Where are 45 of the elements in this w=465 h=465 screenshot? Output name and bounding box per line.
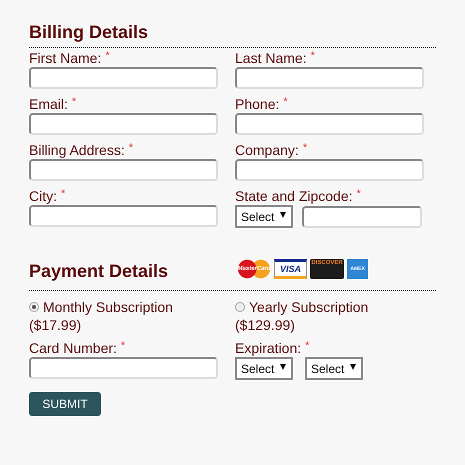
plan-label: Monthly Subscription: [43, 298, 173, 316]
input-field[interactable]: [235, 159, 424, 181]
required-mark: *: [128, 142, 133, 154]
input-field[interactable]: [235, 67, 424, 89]
input-field[interactable]: [29, 67, 218, 89]
caret-icon: [280, 212, 286, 218]
select-dropdown[interactable]: Select: [235, 357, 293, 380]
required-mark: *: [302, 142, 308, 154]
required-mark: *: [105, 50, 110, 62]
required-mark: *: [283, 96, 288, 108]
input-field[interactable]: [235, 113, 424, 135]
required-mark: *: [72, 96, 76, 108]
field-label: Expiration:: [235, 340, 302, 356]
field-label: Last Name:: [235, 50, 307, 66]
plan-price: ($17.99): [29, 316, 82, 334]
field-label: Billing Address:: [29, 142, 125, 158]
section-heading: Billing Details: [29, 22, 148, 43]
plan-price: ($129.99): [235, 316, 296, 334]
card-logo: VISA: [274, 258, 308, 278]
input-field[interactable]: [29, 113, 218, 135]
field-label: First Name:: [29, 50, 102, 66]
input-field[interactable]: [302, 206, 422, 228]
required-mark: *: [61, 188, 66, 200]
required-mark: *: [310, 50, 315, 62]
section-heading: Payment Details: [29, 261, 168, 282]
input-field[interactable]: [29, 357, 218, 379]
field-label: Phone:: [235, 96, 280, 112]
input-field[interactable]: [29, 159, 218, 181]
field-label: Email:: [29, 96, 68, 112]
select-dropdown[interactable]: Select: [235, 205, 293, 228]
required-mark: *: [120, 340, 126, 352]
required-mark: *: [356, 188, 361, 200]
caret-icon: [350, 364, 356, 370]
radio-button[interactable]: [29, 302, 39, 312]
plan-label: Yearly Subscription: [249, 298, 368, 316]
submit-button[interactable]: SUBMIT: [29, 392, 101, 416]
radio-button[interactable]: [235, 302, 245, 312]
field-label: State and Zipcode:: [235, 188, 353, 204]
field-label: Company:: [235, 142, 299, 158]
field-label: City:: [29, 188, 57, 204]
field-label: Card Number:: [29, 340, 117, 356]
caret-icon: [280, 364, 286, 370]
select-dropdown[interactable]: Select: [305, 357, 363, 380]
required-mark: *: [305, 340, 310, 352]
input-field[interactable]: [29, 205, 218, 227]
